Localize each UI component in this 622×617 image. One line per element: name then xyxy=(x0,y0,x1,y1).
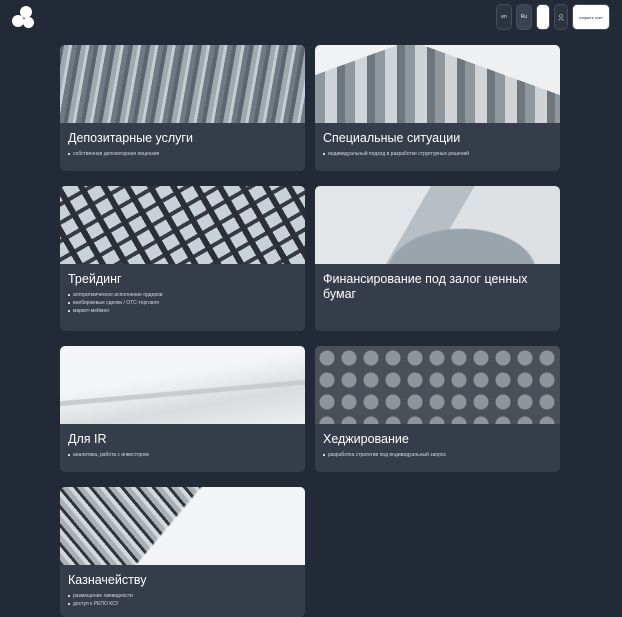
card-bullet: индивидуальный подход в разработке струк… xyxy=(323,150,552,158)
user-button[interactable] xyxy=(554,4,568,30)
lang-ru-button[interactable]: Ru xyxy=(516,4,532,30)
card-bullets: разработка стратегии под индивидуальный … xyxy=(315,451,560,459)
card-title: Специальные ситуации xyxy=(323,131,461,145)
card-bullet: размещение ликвидности xyxy=(68,592,297,600)
card-bullets: собственная депозитарная лицензия xyxy=(60,150,305,158)
service-card-depository[interactable]: Депозитарные услуги собственная депозита… xyxy=(60,45,305,171)
card-image xyxy=(315,45,560,123)
card-title: Казначейству xyxy=(68,573,147,587)
card-image xyxy=(315,186,560,264)
service-card-special-situations[interactable]: Специальные ситуации индивидуальный подх… xyxy=(315,45,560,171)
service-card-treasury[interactable]: Казначейству размещение ликвидности дост… xyxy=(60,487,305,617)
card-image xyxy=(315,346,560,424)
card-bullet: аналитика, работа с инвестором xyxy=(68,451,297,459)
card-bullets: размещение ликвидности доступ к РЕПО КСУ xyxy=(60,592,305,608)
service-card-ir[interactable]: Для IR аналитика, работа с инвестором xyxy=(60,346,305,472)
card-bullets: индивидуальный подход в разработке струк… xyxy=(315,150,560,158)
card-bullet: собственная депозитарная лицензия xyxy=(68,150,297,158)
card-title: Трейдинг xyxy=(68,272,122,286)
card-bullet: внебиржевые сделки / OTC-торговля xyxy=(68,299,297,307)
user-icon xyxy=(558,13,564,21)
card-image xyxy=(60,346,305,424)
card-title: Депозитарные услуги xyxy=(68,131,193,145)
top-bar: en Ru открыть счет xyxy=(496,4,610,30)
open-account-button[interactable]: открыть счет xyxy=(572,4,610,30)
card-title: Хеджирование xyxy=(323,432,409,446)
card-title: Финансирование под залог ценных бумаг xyxy=(323,272,528,301)
lang-other-button[interactable] xyxy=(536,4,550,30)
card-bullet: разработка стратегии под индивидуальный … xyxy=(323,451,552,459)
service-card-trading[interactable]: Трейдинг алгоритмическое исполнение орде… xyxy=(60,186,305,331)
logo[interactable] xyxy=(12,6,34,28)
service-card-securities-financing[interactable]: Финансирование под залог ценных бумаг xyxy=(315,186,560,331)
card-bullets: алгоритмическое исполнение ордеров внеби… xyxy=(60,291,305,315)
card-bullets: аналитика, работа с инвестором xyxy=(60,451,305,459)
card-image xyxy=(60,186,305,264)
card-bullet: маркет-мейкинг xyxy=(68,307,297,315)
card-bullet: алгоритмическое исполнение ордеров xyxy=(68,291,297,299)
card-bullet: доступ к РЕПО КСУ xyxy=(68,600,297,608)
lang-en-button[interactable]: en xyxy=(496,4,512,30)
card-title: Для IR xyxy=(68,432,107,446)
card-image xyxy=(60,45,305,123)
card-image xyxy=(60,487,305,565)
service-card-hedging[interactable]: Хеджирование разработка стратегии под ин… xyxy=(315,346,560,472)
